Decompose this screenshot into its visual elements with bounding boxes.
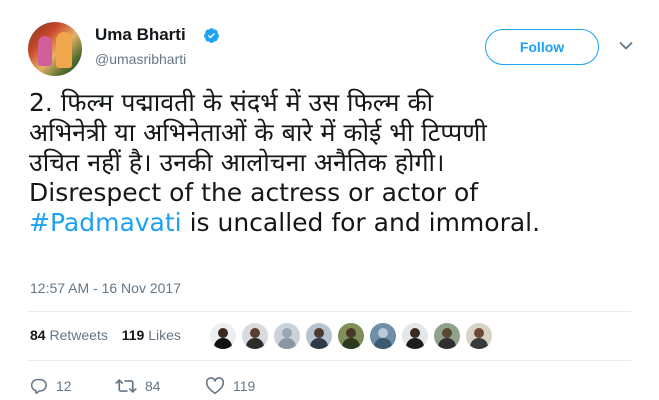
liker-avatar[interactable] (209, 322, 237, 350)
reply-icon (30, 378, 47, 395)
tweet-text-line: Disrespect of the actress or actor of (29, 178, 479, 207)
liker-avatar[interactable] (465, 322, 493, 350)
liker-avatar[interactable] (337, 322, 365, 350)
retweets-label: Retweets (49, 327, 108, 343)
author-display-name[interactable]: Uma Bharti (95, 25, 186, 45)
tweet-card: Uma Bharti @umasribharti Follow 2. फिल्म… (0, 0, 659, 400)
author-avatar[interactable] (28, 22, 82, 76)
tweet-text-line: उचित नहीं है। उनकी आलोचना अनैतिक होगी। (29, 148, 445, 177)
heart-icon (205, 377, 225, 395)
tweet-timestamp[interactable]: 12:57 AM - 16 Nov 2017 (30, 280, 181, 296)
like-count: 119 (233, 378, 256, 394)
reply-count: 12 (56, 378, 72, 394)
avatar-figure-left (38, 36, 52, 66)
tweet-text-tail: is uncalled for and immoral. (181, 208, 541, 237)
follow-button[interactable]: Follow (485, 29, 599, 65)
liker-avatar[interactable] (273, 322, 301, 350)
likes-count: 119 (121, 327, 145, 343)
tweet-text-line: 2. फिल्म पद्मावती के संदर्भ में उस फिल्म… (29, 88, 434, 117)
chevron-down-icon[interactable] (619, 41, 633, 51)
retweet-icon (115, 379, 137, 393)
liker-avatar[interactable] (241, 322, 269, 350)
reply-button[interactable]: 12 (30, 375, 72, 397)
hashtag-link[interactable]: #Padmavati (29, 208, 182, 237)
author-handle[interactable]: @umasribharti (95, 51, 186, 67)
liker-avatar[interactable] (305, 322, 333, 350)
retweet-button[interactable]: 84 (115, 375, 161, 397)
like-button[interactable]: 119 (205, 375, 255, 397)
tweet-stats: 84 Retweets 119 Likes (30, 327, 181, 343)
retweets-count: 84 (30, 327, 46, 343)
liker-avatar[interactable] (369, 322, 397, 350)
divider (28, 311, 631, 312)
liker-avatar[interactable] (401, 322, 429, 350)
tweet-text: 2. फिल्म पद्मावती के संदर्भ में उस फिल्म… (29, 88, 639, 238)
divider (28, 360, 631, 361)
avatar-figure-right (56, 32, 72, 68)
likes-label: Likes (148, 327, 181, 343)
tweet-text-line: अभिनेत्री या अभिनेताओं के बारे में कोई भ… (29, 118, 487, 147)
liker-avatar[interactable] (433, 322, 461, 350)
verified-badge-icon (204, 28, 219, 43)
tweet-text-line: #Padmavati is uncalled for and immoral. (29, 208, 639, 238)
retweets-stat[interactable]: 84 Retweets (30, 327, 108, 343)
likes-stat[interactable]: 119 Likes (122, 327, 181, 343)
retweet-count: 84 (145, 378, 161, 394)
